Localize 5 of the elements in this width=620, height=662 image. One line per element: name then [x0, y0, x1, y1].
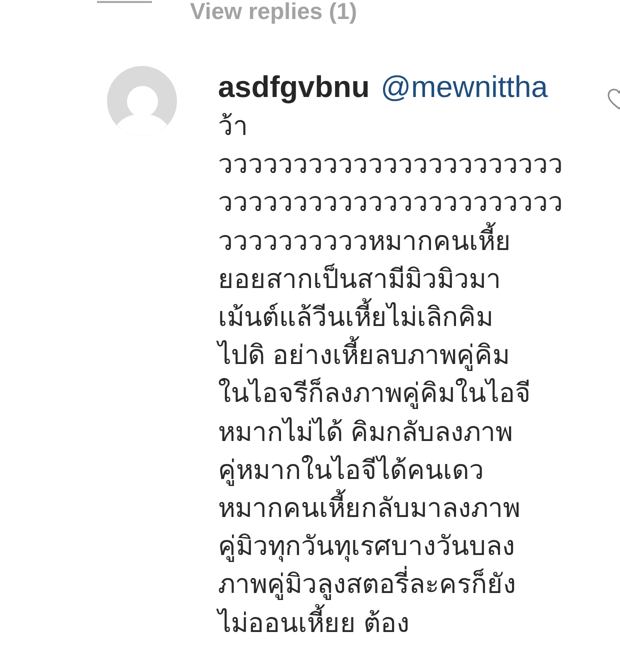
mention-link[interactable]: @mewnittha [380, 69, 548, 107]
comment-text: ว้า ววววววววววววววววววววววว ววววววววววววววววววววววว ววววววววววหมากคนเหี้ย ยอยสากเป็นสามีมิวมิวมา เม้นต์แล้วีนเหี้ยไม่เลิกคิม ไปดิ อย่างเหี้ยลบภาพคู่คิม ในไอจรีก็ลงภาพคู่คิมในไอจี หมากไม่ได้ คิมกลับลงภาพ คู่หมากในไอจีได้คนเดว หมากคนเหี้ยกลับมาลงภาพ คู่มิวทุกวันทุเรศบางวันบลง ภาพคู่มิวลูงสตอรี่ละครก็ยัง ไม่ออนเหี้ยย ต้อง [218, 110, 563, 640]
avatar-icon [107, 66, 177, 136]
username-link[interactable]: asdfgvbnu [218, 69, 370, 107]
divider-line [97, 1, 152, 3]
